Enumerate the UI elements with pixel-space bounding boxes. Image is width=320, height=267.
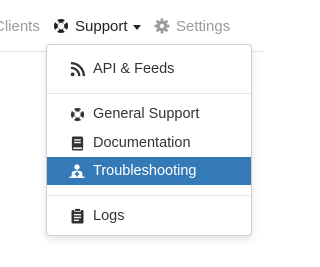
nav-clients[interactable]: Clients [0,15,40,37]
menu-divider [47,93,251,94]
nav-clients-label: Clients [0,17,40,35]
menu-item-logs[interactable]: Logs [47,202,251,230]
menu-divider [47,195,251,196]
nav-settings-label: Settings [176,17,231,35]
menu-item-api-feeds[interactable]: API & Feeds [47,55,251,83]
lifebuoy-icon [69,106,85,122]
nav-settings[interactable]: Settings [154,15,230,37]
support-dropdown-menu: API & Feeds General Support Documentatio… [46,44,252,236]
nav-support-dropdown-toggle[interactable]: Support [53,15,141,37]
menu-item-label: Logs [93,208,125,224]
menu-item-label: General Support [93,106,200,122]
page: Clients Support [0,0,264,267]
clipboard-icon [69,208,85,224]
gear-icon [154,18,170,34]
menu-item-general-support[interactable]: General Support [47,100,251,128]
menu-item-documentation[interactable]: Documentation [47,129,251,157]
medic-icon [69,163,85,179]
nav-support-label: Support [75,17,128,35]
menu-item-troubleshooting[interactable]: Troubleshooting [47,157,251,185]
rss-icon [69,61,85,77]
lifebuoy-icon [53,18,69,34]
menu-item-label: API & Feeds [93,61,175,77]
menu-item-label: Documentation [93,135,191,151]
menu-item-label: Troubleshooting [93,163,197,179]
book-icon [69,135,85,151]
caret-down-icon [132,24,141,30]
